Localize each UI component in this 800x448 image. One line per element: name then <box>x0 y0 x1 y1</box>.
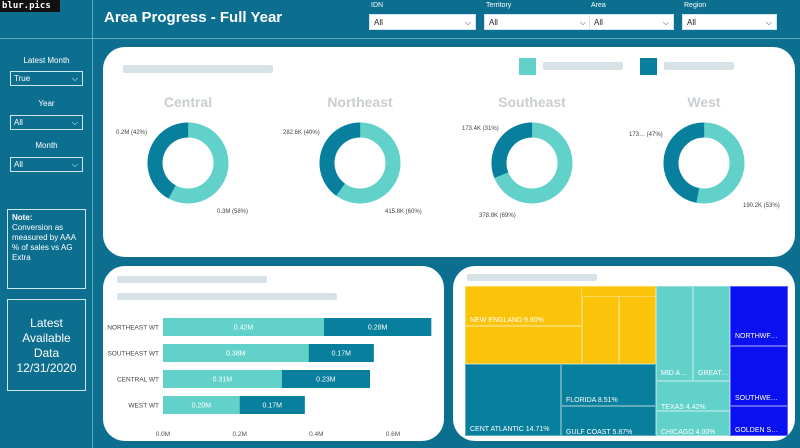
header-divider <box>93 38 800 39</box>
latest-line: Available <box>22 331 71 345</box>
treemap-tile-label: GOLDEN S… <box>735 427 779 434</box>
treemap: NORTHEAST WTNEW ENGLAND 9.80%CHESAPEAKE … <box>465 286 788 436</box>
treemap-tile-label: NORTHWF… <box>735 333 778 340</box>
donut-light-label: 0.3M (58%) <box>217 209 249 215</box>
bar-category-label: CENTRAL WT <box>117 377 159 384</box>
treemap-tile[interactable]: INDEPE… <box>582 296 619 372</box>
page-title: Area Progress - Full Year <box>104 9 283 26</box>
treemap-tile[interactable]: NEW ENGLAND 9.80% <box>465 286 582 326</box>
treemap-tile-label: NEW ENGLAND 9.80% <box>470 317 544 324</box>
treemap-tile-label: CENT ATLANTIC 14.71% <box>470 426 550 433</box>
month-label: Month <box>35 141 58 150</box>
bar-value-label: 0.38M <box>226 351 246 358</box>
latest-month-label: Latest Month <box>23 56 70 65</box>
treemap-card: NORTHEAST WTNEW ENGLAND 9.80%CHESAPEAKE … <box>453 266 795 441</box>
bar-value-label: 0.42M <box>234 325 254 332</box>
year-dropdown[interactable]: All ⌵ <box>10 115 83 130</box>
donut-dark-label: 173.4K (31%) <box>462 126 499 132</box>
blurred-card-title <box>467 274 597 281</box>
area-filter-value: All <box>594 18 603 27</box>
treemap-tile[interactable]: GOLDEN S… <box>730 406 788 436</box>
x-axis-tick: 0.2M <box>232 431 246 438</box>
idn-filter-dropdown[interactable]: All ⌵ <box>369 14 476 30</box>
donut-charts <box>147 122 745 204</box>
donut-light-label: 378.8K (69%) <box>479 213 516 219</box>
donut-light-label: 415.8K (60%) <box>385 209 422 215</box>
treemap-tile-label: CHICAGO 4.00% <box>661 429 716 436</box>
treemap-tile-label: TEXAS 4.42% <box>661 404 706 411</box>
treemap-tile[interactable]: GREAT… <box>619 296 656 372</box>
note-title: Note <box>12 213 30 222</box>
chevron-down-icon: ⌵ <box>765 18 772 27</box>
treemap-tile-label: GREAT… <box>698 370 729 377</box>
treemap-tile-label: FLORIDA 8.51% <box>566 397 618 404</box>
bar-value-label: 0.31M <box>213 377 233 384</box>
note-text: Conversion as measured by AAA % of sales… <box>12 223 76 262</box>
x-axis-tick: 0.4M <box>309 431 323 438</box>
chevron-down-icon: ⌵ <box>662 18 669 27</box>
region-filter-label: Region <box>684 2 707 9</box>
bar-chart: NORTHEAST WT 0.42M 0.28M SOUTHEAST WT 0.38M 0… <box>107 318 432 438</box>
treemap-tile[interactable]: GREAT… <box>693 286 730 381</box>
latest-line: Latest <box>30 316 63 330</box>
latest-month-value: True <box>14 74 31 83</box>
treemap-tile[interactable]: CHICAGO 4.00% <box>656 411 730 436</box>
treemap-tile[interactable]: CENT ATLANTIC 14.71% <box>465 364 561 436</box>
treemap-tile[interactable]: TEXAS 4.42% <box>656 381 730 411</box>
treemap-tile-label: SOUTHWE… <box>735 395 778 402</box>
region-filter-dropdown[interactable]: All ⌵ <box>682 14 777 30</box>
latest-data-box: Latest Available Data 12/31/2020 <box>7 299 86 391</box>
sidebar: Latest Month True ⌵ Year All ⌵ Month All… <box>0 0 93 448</box>
bar-value-label: 0.17M <box>263 403 283 410</box>
treemap-tile[interactable]: SOUTHWE… <box>730 346 788 406</box>
chevron-down-icon: ⌵ <box>71 118 78 127</box>
chevron-down-icon: ⌵ <box>71 160 78 169</box>
note-box: Note: Conversion as measured by AAA % of… <box>7 209 86 289</box>
idn-filter-value: All <box>374 18 383 27</box>
donut-dark-label: 0.2M (42%) <box>116 130 148 136</box>
treemap-tile[interactable]: FLORIDA 8.51% <box>561 364 656 406</box>
donut-dark-label: 282.6K (40%) <box>283 130 320 136</box>
bar-chart-card: NORTHEAST WT 0.42M 0.28M SOUTHEAST WT 0.38M 0… <box>103 266 444 441</box>
idn-filter-label: IDN <box>371 2 384 9</box>
bar-category-label: SOUTHEAST WT <box>107 351 159 358</box>
donut-light-label: 190.2K (53%) <box>743 203 780 209</box>
bar-category-label: NORTHEAST WT <box>107 325 159 332</box>
donut-dark-label: 173… (47%) <box>629 132 663 138</box>
treemap-tile-label: GULF COAST 5.87% <box>566 429 633 436</box>
bar-value-label: 0.28M <box>368 325 388 332</box>
chevron-down-icon: ⌵ <box>579 18 586 27</box>
latest-line: Data <box>33 346 60 360</box>
territory-filter-value: All <box>489 18 498 27</box>
x-axis-tick: 0.0M <box>156 431 170 438</box>
treemap-tile[interactable]: NORTHWF… <box>730 286 788 346</box>
month-dropdown[interactable]: All ⌵ <box>10 157 83 172</box>
latest-month-dropdown[interactable]: True ⌵ <box>10 71 83 86</box>
x-axis-tick: 0.6M <box>386 431 400 438</box>
area-filter-dropdown[interactable]: All ⌵ <box>589 14 674 30</box>
treemap-tile-label: MID A… <box>661 370 688 377</box>
treemap-tile[interactable]: MID A… <box>656 286 693 381</box>
treemap-tile[interactable]: GULF COAST 5.87% <box>561 406 656 436</box>
chevron-down-icon: ⌵ <box>464 18 471 27</box>
latest-date: 12/31/2020 <box>16 361 77 375</box>
bar-value-label: 0.23M <box>316 377 336 384</box>
bar-category-label: WEST WT <box>128 403 159 410</box>
year-value: All <box>14 118 23 127</box>
treemap-tile[interactable]: CHESAPEAKE 9.37% <box>465 326 582 401</box>
donut-card: Central Northeast Southeast West 0.2M (4… <box>103 47 795 257</box>
chevron-down-icon: ⌵ <box>71 74 78 83</box>
territory-filter-dropdown[interactable]: All ⌵ <box>484 14 591 30</box>
year-label: Year <box>38 99 55 108</box>
territory-filter-label: Territory <box>486 2 512 9</box>
sidebar-divider <box>0 38 93 39</box>
bar-value-label: 0.17M <box>332 351 352 358</box>
bar-value-label: 0.20M <box>192 403 212 410</box>
region-filter-value: All <box>687 18 696 27</box>
area-filter-label: Area <box>591 2 606 9</box>
month-value: All <box>14 160 23 169</box>
